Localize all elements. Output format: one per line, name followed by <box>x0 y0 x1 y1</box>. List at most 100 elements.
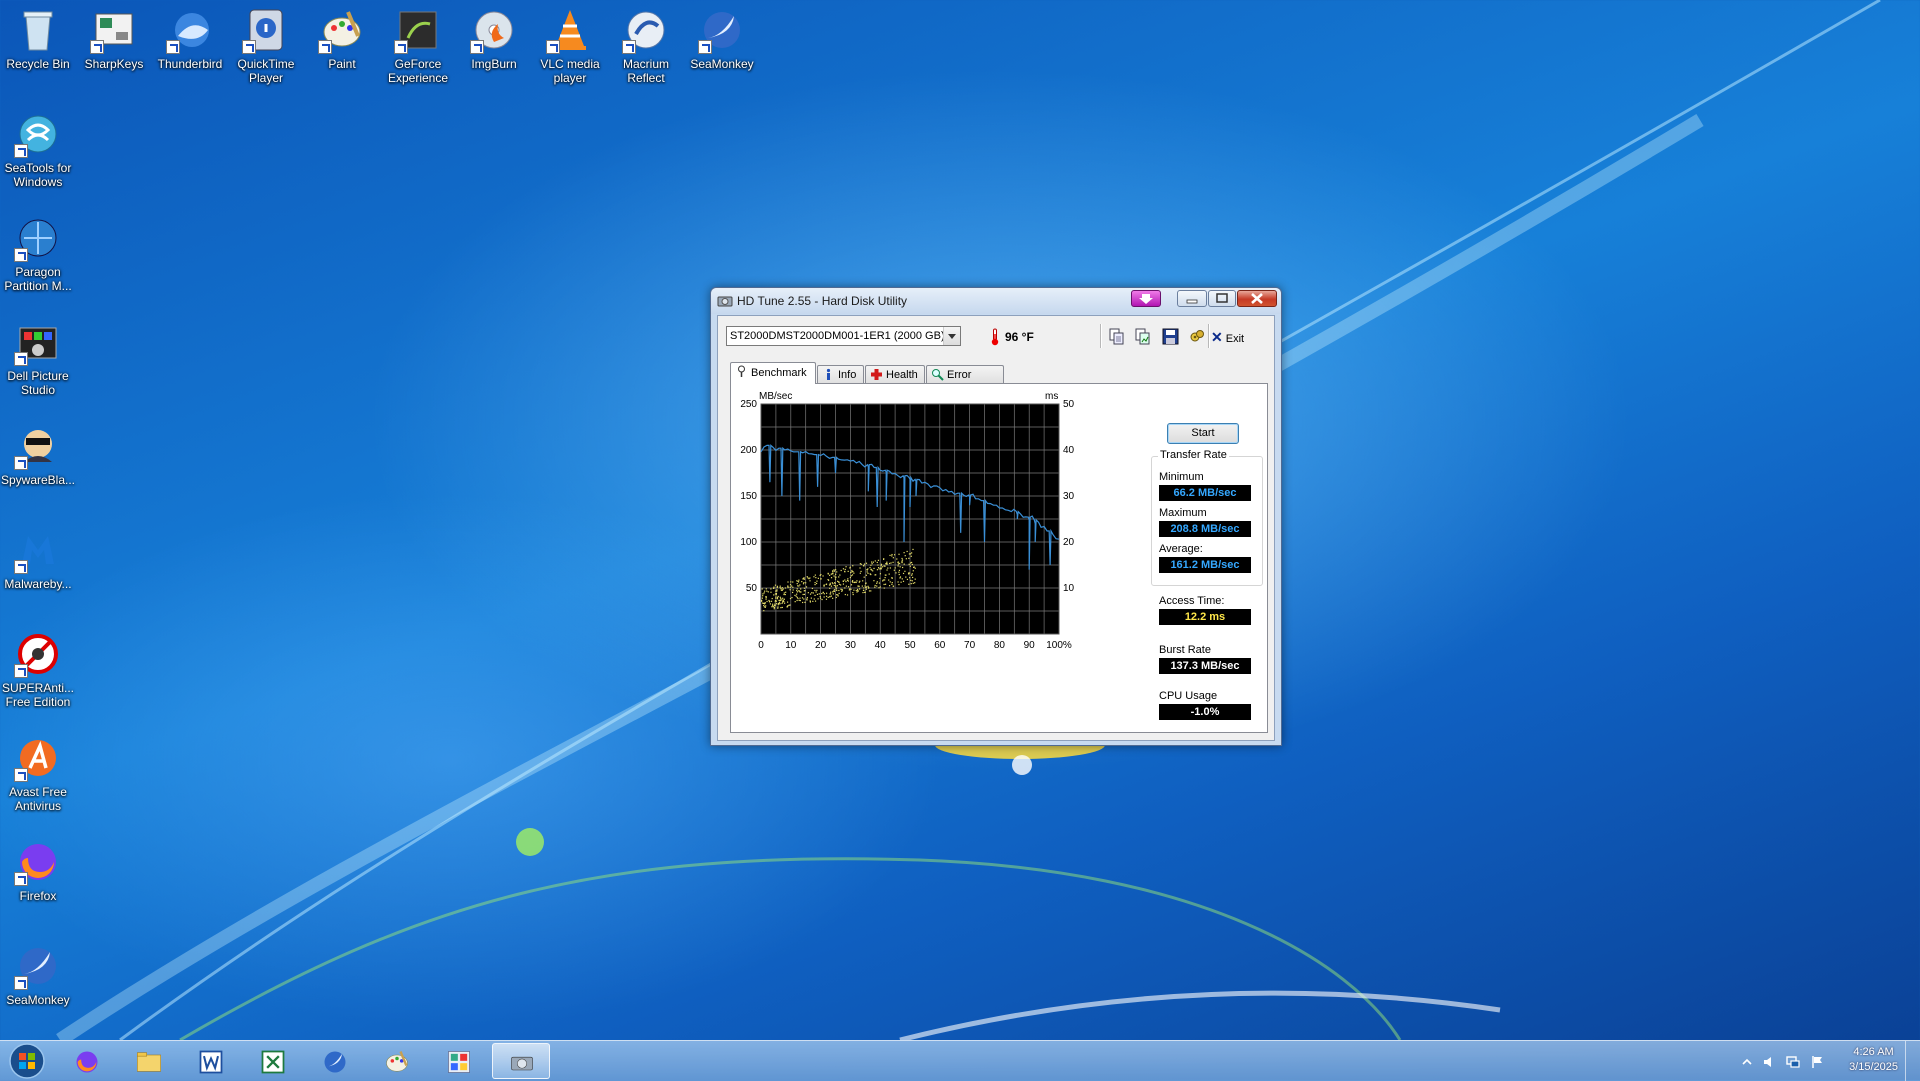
access-time-point <box>844 579 846 581</box>
desktop-icon[interactable]: Malwareby... <box>0 526 76 591</box>
tab-health[interactable]: Health <box>865 365 925 383</box>
access-time-point <box>828 584 831 586</box>
access-time-point <box>897 563 900 565</box>
access-time-point <box>798 585 800 587</box>
access-time-point <box>848 589 850 591</box>
access-time-point <box>883 587 885 589</box>
title-bar[interactable]: HD Tune 2.55 - Hard Disk Utility <box>711 288 1281 314</box>
access-time-point <box>837 594 839 596</box>
show-desktop-button[interactable] <box>1905 1041 1920 1081</box>
access-time-point <box>827 572 829 574</box>
access-time-point <box>853 589 855 591</box>
desktop-icon[interactable]: SUPERAnti... Free Edition <box>0 630 76 709</box>
options-icon[interactable] <box>1189 328 1206 345</box>
taskbar-item[interactable] <box>368 1043 426 1079</box>
tab-error-scan[interactable]: Error Scan <box>926 365 1004 399</box>
access-time-point <box>909 565 911 567</box>
access-time-point <box>801 597 804 599</box>
taskbar-item[interactable] <box>120 1043 178 1079</box>
tab-info[interactable]: Info <box>817 365 864 383</box>
maximize-button[interactable] <box>1208 290 1236 307</box>
start-button[interactable]: Start <box>1167 423 1239 444</box>
access-time-point <box>859 588 861 590</box>
desktop-icon[interactable]: SeaMonkey <box>0 942 76 1007</box>
access-time-point <box>806 597 808 599</box>
hdtune-window[interactable]: HD Tune 2.55 - Hard Disk Utility ST2000D… <box>710 287 1282 746</box>
access-time-point <box>801 581 803 583</box>
desktop-icon[interactable]: QuickTime Player <box>228 6 304 85</box>
desktop-icon[interactable]: SeaTools for Windows <box>0 110 76 189</box>
access-time-point <box>901 561 903 563</box>
access-time-point <box>891 581 893 584</box>
network-icon[interactable] <box>1786 1055 1800 1069</box>
drive-select[interactable]: ST2000DMST2000DM001-1ER1 (2000 GB) <box>726 326 961 346</box>
access-time-point <box>835 569 837 571</box>
access-time-point <box>796 583 798 585</box>
exit-button[interactable]: ✕ Exit <box>1211 328 1244 346</box>
desktop-icon[interactable]: Paint <box>304 6 380 71</box>
shortcut-arrow-icon <box>622 40 636 54</box>
copy-screenshot-icon[interactable] <box>1134 328 1151 345</box>
access-time-point <box>825 595 828 597</box>
start-button[interactable] <box>5 1042 49 1080</box>
chevron-down-icon[interactable] <box>943 327 960 345</box>
desktop-icon[interactable]: VLC media player <box>532 6 608 85</box>
access-time-point <box>813 576 815 578</box>
desktop-icon[interactable]: ImgBurn <box>456 6 532 71</box>
access-time-point <box>770 600 773 602</box>
action-center-flag-icon[interactable] <box>1810 1055 1824 1069</box>
access-time-point <box>893 569 895 571</box>
access-time-point <box>833 570 836 572</box>
access-time-point <box>779 585 781 587</box>
access-time-point <box>823 596 825 598</box>
minimum-value: 66.2 MB/sec <box>1159 485 1251 501</box>
taskbar-item[interactable] <box>58 1043 116 1079</box>
desktop-icon[interactable]: Thunderbird <box>152 6 228 71</box>
close-button[interactable] <box>1237 290 1277 307</box>
taskbar-item[interactable] <box>182 1043 240 1079</box>
access-time-point <box>873 567 875 570</box>
desktop-icon[interactable]: Dell Picture Studio <box>0 318 76 397</box>
access-time-point <box>792 591 794 594</box>
access-time-point <box>902 572 905 575</box>
desktop-icon[interactable]: GeForce Experience <box>380 6 456 85</box>
desktop-icon[interactable]: Recycle Bin <box>0 6 76 71</box>
access-time-point <box>779 599 781 602</box>
desktop-icon[interactable]: Firefox <box>0 838 76 903</box>
taskbar-item[interactable] <box>492 1043 550 1079</box>
access-time-point <box>859 580 861 582</box>
access-time-point <box>789 584 792 586</box>
taskbar-item[interactable] <box>306 1043 364 1079</box>
tab-benchmark[interactable]: Benchmark <box>730 362 816 384</box>
desktop-icon[interactable]: Paragon Partition M... <box>0 214 76 293</box>
desktop-icon[interactable]: SharpKeys <box>76 6 152 71</box>
access-time-point <box>796 593 798 595</box>
minimize-button[interactable] <box>1177 290 1207 307</box>
access-time-point <box>832 597 834 599</box>
desktop-icon[interactable]: SpywareBla... <box>0 422 76 487</box>
access-time-point <box>775 600 778 602</box>
access-time-point <box>780 597 782 600</box>
download-update-button[interactable] <box>1131 290 1161 307</box>
access-time-point <box>782 597 784 599</box>
access-time-point <box>830 591 832 593</box>
copy-text-icon[interactable] <box>1108 328 1125 345</box>
chevron-up-icon[interactable] <box>1740 1055 1754 1069</box>
save-icon[interactable] <box>1162 328 1179 345</box>
access-time-point <box>901 557 903 560</box>
access-time-point <box>792 586 794 588</box>
desktop-icon[interactable]: SeaMonkey <box>684 6 760 71</box>
x-tick-label: 10 <box>785 640 797 651</box>
volume-icon[interactable] <box>1762 1055 1776 1069</box>
access-time-point <box>884 577 886 579</box>
system-clock[interactable]: 4:26 AM 3/15/2025 <box>1849 1045 1898 1075</box>
access-time-point <box>791 596 793 599</box>
taskbar-item[interactable] <box>244 1043 302 1079</box>
access-time-point <box>782 588 784 590</box>
access-time-point <box>865 562 868 564</box>
desktop-icon[interactable]: Macrium Reflect <box>608 6 684 85</box>
access-time-point <box>908 563 910 565</box>
taskbar-item[interactable] <box>430 1043 488 1079</box>
access-time-point <box>777 607 779 609</box>
desktop-icon[interactable]: Avast Free Antivirus <box>0 734 76 813</box>
